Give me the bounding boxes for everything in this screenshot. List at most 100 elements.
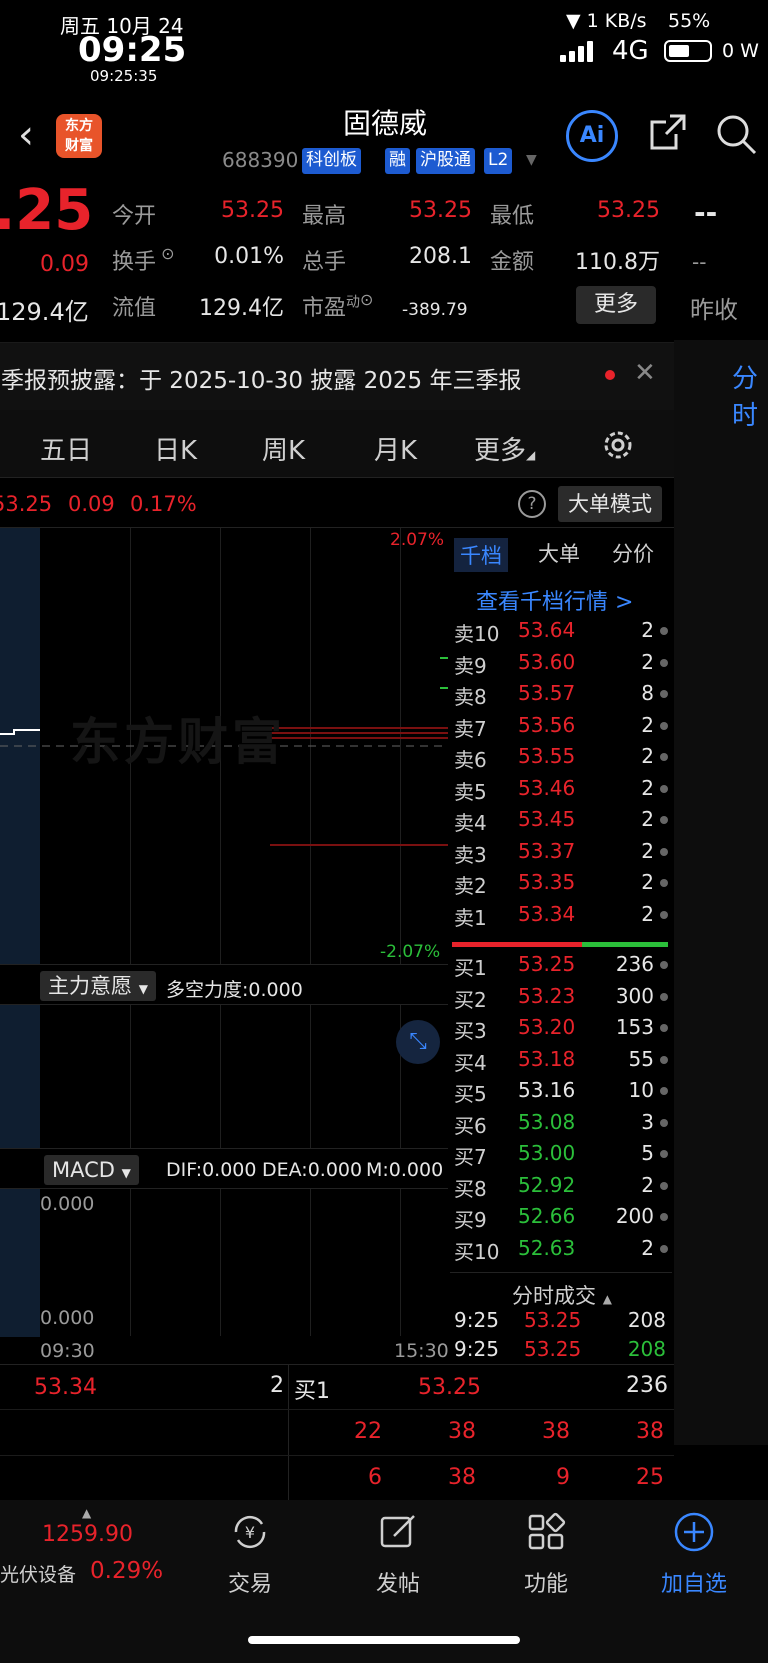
- chart-top-pct: 2.07%: [390, 530, 445, 550]
- main-force-dropdown[interactable]: 主力意愿 ▼: [40, 971, 156, 1001]
- tab-week-k[interactable]: 周K: [262, 430, 305, 467]
- info-icon[interactable]: ⊙: [156, 244, 174, 263]
- prev-close-value: --: [694, 196, 718, 229]
- ask-row[interactable]: 卖7 53.56 2: [452, 713, 668, 744]
- nav-add-watchlist[interactable]: 加自选: [634, 1510, 754, 1598]
- tab-price-split[interactable]: 分价: [612, 538, 654, 568]
- back-icon[interactable]: ‹: [18, 112, 34, 158]
- tab-more[interactable]: 更多◢: [474, 430, 535, 467]
- bid-label: 买1: [454, 956, 487, 980]
- side-panel: 分时: [674, 340, 768, 1445]
- bq-bid-vol: 236: [626, 1373, 668, 1398]
- nav-post[interactable]: 发帖: [338, 1510, 458, 1598]
- tab-month-k[interactable]: 月K: [374, 430, 417, 467]
- dot-icon: [660, 1213, 668, 1221]
- macd-panel[interactable]: 0.000 0.000: [0, 1188, 448, 1337]
- ask-row[interactable]: 卖1 53.34 2: [452, 902, 668, 933]
- low-value: 53.25: [597, 198, 660, 223]
- bid-row[interactable]: 买1 53.25 236: [452, 952, 668, 983]
- bottom-quote: 53.34 2 买1 53.25 236 22 38 38 38 6 38 9 …: [0, 1364, 674, 1501]
- index-value[interactable]: 1259.90: [42, 1522, 133, 1547]
- bid-row[interactable]: 买10 52.63 2: [452, 1236, 668, 1267]
- tab-large-order[interactable]: 大单: [538, 538, 580, 568]
- time-start: 09:30: [40, 1340, 95, 1362]
- macd-dropdown[interactable]: MACD ▼: [44, 1155, 139, 1185]
- ask-row[interactable]: 卖5 53.46 2: [452, 776, 668, 807]
- tab-five-day[interactable]: 五日: [40, 430, 92, 467]
- help-icon[interactable]: ?: [518, 490, 546, 518]
- bid-ask-ratio-bar: [452, 942, 668, 947]
- expand-icon[interactable]: ⤡: [396, 1020, 440, 1064]
- turnover-label[interactable]: 换手 ⊙: [112, 244, 175, 276]
- current-price: .25: [0, 178, 94, 243]
- float-label: 流值: [112, 296, 157, 321]
- side-value: --: [692, 250, 707, 274]
- tag-margin[interactable]: 融: [385, 148, 410, 174]
- search-icon[interactable]: [714, 112, 758, 156]
- corner-arrow-icon: ◢: [526, 448, 536, 462]
- bid-row[interactable]: 买3 53.20 153: [452, 1015, 668, 1046]
- ask-volume: 2: [641, 807, 654, 831]
- ask-row[interactable]: 卖2 53.35 2: [452, 870, 668, 901]
- low-label: 最低: [490, 204, 535, 229]
- bid-label: 买3: [454, 1019, 487, 1043]
- bid-price: 52.92: [518, 1172, 576, 1197]
- ask-price: 53.46: [518, 775, 576, 800]
- dot-icon: [660, 1244, 668, 1253]
- caret-up-icon: ▲: [82, 1506, 92, 1520]
- notice-bar[interactable]: 三季报预披露：于 2025-10-30 披露 2025 年三季报: [0, 342, 674, 410]
- tag-level2[interactable]: L2: [484, 148, 513, 174]
- bid-row[interactable]: 买7 53.00 5: [452, 1141, 668, 1172]
- gear-icon[interactable]: [598, 425, 638, 465]
- bid-price: 53.00: [518, 1141, 576, 1165]
- tag-star-market[interactable]: 科创板: [302, 148, 361, 174]
- info-icon[interactable]: ⊙: [360, 290, 373, 309]
- dot-icon: [660, 658, 668, 667]
- bid-row[interactable]: 买2 53.23 300: [452, 984, 668, 1015]
- index-pct: 0.29%: [90, 1558, 164, 1584]
- pe-label[interactable]: 市盈动⊙: [302, 290, 373, 322]
- ask-row[interactable]: 卖4 53.45 2: [452, 807, 668, 838]
- tab-full-depth[interactable]: 千档: [454, 538, 508, 572]
- tab-intraday[interactable]: 分时: [732, 358, 768, 432]
- status-seconds: 09:25:35: [90, 67, 158, 85]
- ask-price: 53.55: [518, 744, 576, 768]
- tag-connect[interactable]: 沪股通: [416, 148, 475, 174]
- chart-pct: 0.17%: [130, 492, 197, 516]
- macd-top-value: 0.000: [40, 1193, 95, 1215]
- bid-row[interactable]: 买4 53.18 55: [452, 1047, 668, 1078]
- deals-title[interactable]: 分时成交 ▲: [512, 1280, 612, 1310]
- share-icon[interactable]: [648, 112, 688, 152]
- bid-price: 53.16: [518, 1078, 576, 1102]
- dot-icon: [660, 992, 668, 1001]
- ai-button[interactable]: Ai: [566, 110, 618, 162]
- bid-price: 53.08: [518, 1109, 576, 1134]
- ask-row[interactable]: 卖9 53.60 2: [452, 650, 668, 681]
- grid-icon: [528, 1512, 566, 1550]
- dot-icon: [660, 816, 668, 824]
- ask-row[interactable]: 卖10 53.64 2: [452, 618, 668, 649]
- battery-icon: [664, 40, 712, 62]
- nav-functions[interactable]: 功能: [486, 1510, 606, 1598]
- bid-volume: 2: [641, 1172, 654, 1197]
- main-force-panel[interactable]: [0, 1004, 448, 1149]
- close-icon[interactable]: ✕: [634, 358, 656, 388]
- ask-row[interactable]: 卖3 53.37 2: [452, 839, 668, 870]
- nav-trade[interactable]: ¥ 交易: [190, 1510, 310, 1598]
- ask-row[interactable]: 卖6 53.55 2: [452, 744, 668, 775]
- bid-row[interactable]: 买6 53.08 3: [452, 1110, 668, 1141]
- bid-label: 买7: [454, 1145, 487, 1169]
- bid-row[interactable]: 买5 53.16 10: [452, 1078, 668, 1109]
- view-depth-link[interactable]: 查看千档行情 >: [476, 584, 633, 616]
- high-value: 53.25: [409, 198, 472, 223]
- ask-label: 卖5: [454, 779, 487, 804]
- tag-dropdown-icon[interactable]: ▼: [526, 152, 537, 168]
- bid-row[interactable]: 买9 52.66 200: [452, 1204, 668, 1235]
- home-indicator[interactable]: [248, 1636, 520, 1644]
- big-order-mode-button[interactable]: 大单模式: [558, 486, 662, 522]
- ask-row[interactable]: 卖8 53.57 8: [452, 681, 668, 712]
- index-name[interactable]: 光伏设备: [0, 1560, 76, 1587]
- more-button[interactable]: 更多: [576, 286, 656, 324]
- bid-row[interactable]: 买8 52.92 2: [452, 1173, 668, 1204]
- tab-day-k[interactable]: 日K: [154, 430, 197, 467]
